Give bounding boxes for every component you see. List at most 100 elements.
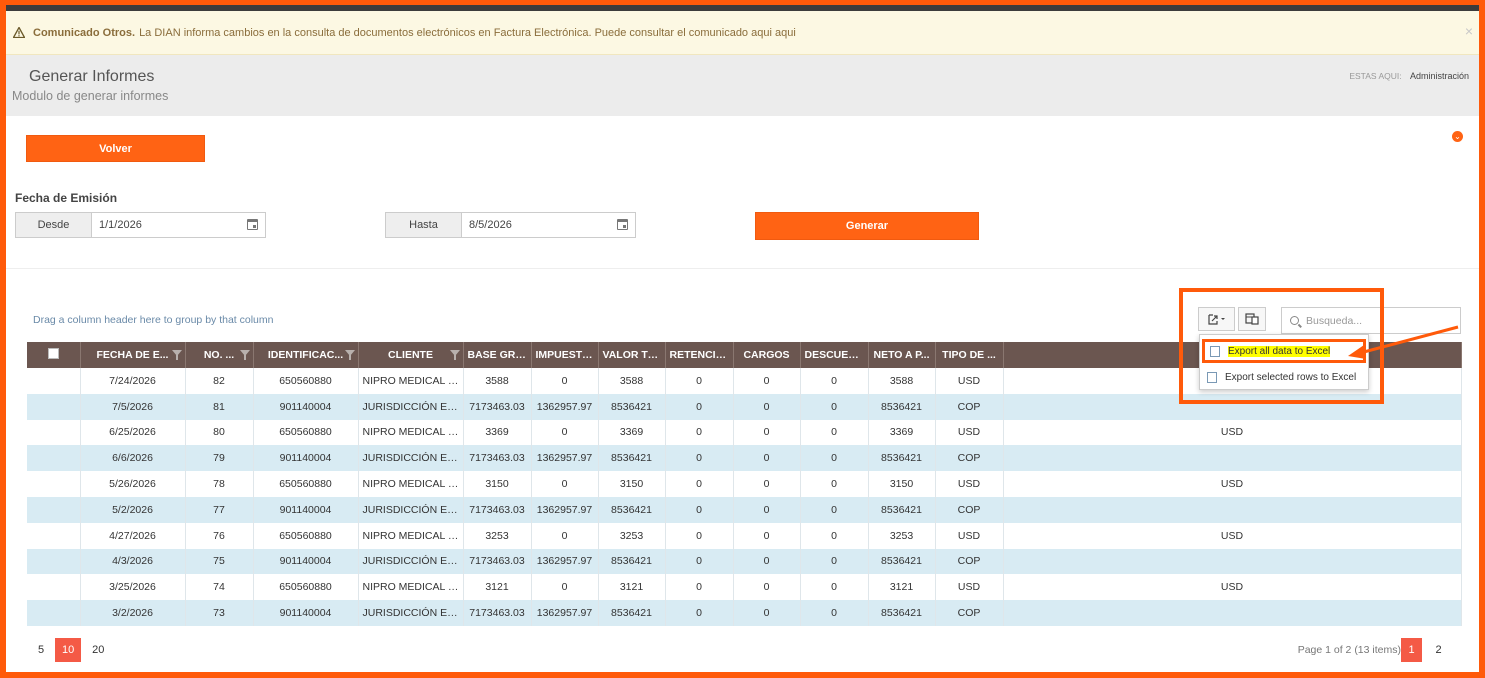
group-panel-hint[interactable]: Drag a column header here to group by th…: [33, 314, 273, 326]
table-cell: JURISDICCIÓN ES...: [358, 600, 464, 626]
generate-button[interactable]: Generar: [755, 212, 979, 240]
table-cell: 901140004: [253, 548, 359, 575]
table-cell: 0: [665, 445, 734, 472]
table-cell: 0: [800, 368, 869, 394]
column-header-neto[interactable]: NETO A P...: [868, 342, 936, 368]
table-cell: JURISDICCIÓN ES...: [358, 496, 464, 523]
table-cell: COP: [935, 600, 1004, 626]
table-cell: 3121: [463, 574, 532, 601]
filter-icon[interactable]: [344, 350, 355, 360]
page-1-button[interactable]: 1: [1401, 638, 1422, 662]
date-from-label: Desde: [16, 213, 92, 237]
row-select-cell[interactable]: [27, 393, 81, 420]
date-to-value: 8/5/2026: [469, 219, 512, 231]
export-selected-menu-item[interactable]: Export selected rows to Excel: [1202, 365, 1366, 389]
page-size-10[interactable]: 10: [55, 638, 82, 662]
table-cell: COP: [935, 496, 1004, 523]
table-row[interactable]: 3/25/2026 74 650560880 NIPRO MEDICAL C... 31…: [27, 574, 1462, 601]
column-header-descuentos[interactable]: DESCUEN...: [800, 342, 869, 368]
column-header-impuestos[interactable]: IMPUESTOS: [531, 342, 599, 368]
table-cell: 901140004: [253, 600, 359, 626]
excel-file-icon: [1210, 345, 1220, 357]
row-select-cell[interactable]: [27, 471, 81, 497]
column-header-valor-total[interactable]: VALOR TO...: [598, 342, 666, 368]
table-cell: 8536421: [868, 548, 936, 575]
row-select-cell[interactable]: [27, 574, 81, 601]
column-header-identificacion[interactable]: IDENTIFICAC...: [253, 342, 359, 368]
table-row[interactable]: 6/6/2026 79 901140004 JURISDICCIÓN ES... 717…: [27, 445, 1462, 472]
column-header-numero[interactable]: NO. ...: [185, 342, 254, 368]
chevron-down-icon[interactable]: ⌄: [1452, 131, 1463, 142]
table-cell: 0: [733, 368, 801, 394]
table-cell: 8536421: [598, 445, 666, 472]
row-select-cell[interactable]: [27, 445, 81, 472]
table-cell: NIPRO MEDICAL C...: [358, 522, 464, 549]
table-cell: 0: [665, 574, 734, 601]
table-cell: 3253: [463, 522, 532, 549]
table-cell: [1003, 600, 1462, 626]
column-header-fecha[interactable]: FECHA DE E...: [80, 342, 186, 368]
close-icon[interactable]: ×: [1465, 23, 1473, 39]
filter-icon[interactable]: [449, 350, 460, 360]
pager-info: Page 1 of 2 (13 items): [1297, 644, 1401, 656]
table-row[interactable]: 4/27/2026 76 650560880 NIPRO MEDICAL C... 32…: [27, 522, 1462, 549]
page-size-20[interactable]: 20: [87, 638, 109, 662]
table-cell: 0: [733, 574, 801, 601]
column-header-tipo[interactable]: TIPO DE ...: [935, 342, 1004, 368]
screen-frame: Comunicado Otros. La DIAN informa cambio…: [0, 0, 1485, 678]
column-header-retenciones[interactable]: RETENCIO...: [665, 342, 734, 368]
select-all-header[interactable]: [27, 342, 81, 368]
table-cell: 0: [800, 419, 869, 446]
date-from-input[interactable]: 1/1/2026: [92, 213, 265, 237]
page-size-5[interactable]: 5: [33, 638, 49, 662]
row-select-cell[interactable]: [27, 600, 81, 626]
date-from-field[interactable]: Desde 1/1/2026: [15, 212, 266, 238]
table-row[interactable]: 6/25/2026 80 650560880 NIPRO MEDICAL C... 33…: [27, 419, 1462, 446]
table-cell: 3150: [598, 471, 666, 497]
table-cell: 650560880: [253, 368, 359, 394]
table-cell: 6/25/2026: [80, 419, 186, 446]
table-cell: 3369: [598, 419, 666, 446]
column-header-cliente[interactable]: CLIENTE: [358, 342, 464, 368]
table-cell: 7173463.03: [463, 600, 532, 626]
table-cell: 3121: [598, 574, 666, 601]
table-cell: USD: [1003, 471, 1462, 497]
row-select-cell[interactable]: [27, 419, 81, 446]
table-cell: 0: [733, 393, 801, 420]
table-cell: 0: [531, 419, 599, 446]
calendar-icon[interactable]: [617, 219, 628, 230]
row-select-cell[interactable]: [27, 496, 81, 523]
table-cell: 3588: [463, 368, 532, 394]
row-select-cell[interactable]: [27, 548, 81, 575]
table-cell: NIPRO MEDICAL C...: [358, 574, 464, 601]
filter-icon[interactable]: [239, 350, 250, 360]
table-cell: USD: [935, 419, 1004, 446]
table-cell: 0: [800, 496, 869, 523]
column-header-cargos[interactable]: CARGOS: [733, 342, 801, 368]
table-cell: 0: [800, 600, 869, 626]
table-row[interactable]: 5/26/2026 78 650560880 NIPRO MEDICAL C... 31…: [27, 471, 1462, 497]
export-all-menu-item[interactable]: Export all data to Excel: [1202, 339, 1366, 363]
row-select-cell[interactable]: [27, 522, 81, 549]
table-row[interactable]: 3/2/2026 73 901140004 JURISDICCIÓN ES... 717…: [27, 600, 1462, 626]
table-cell: [1003, 445, 1462, 472]
date-to-field[interactable]: Hasta 8/5/2026: [385, 212, 636, 238]
table-row[interactable]: 5/2/2026 77 901140004 JURISDICCIÓN ES... 717…: [27, 496, 1462, 523]
row-select-cell[interactable]: [27, 368, 81, 394]
table-cell: 0: [531, 368, 599, 394]
back-button[interactable]: Volver: [26, 135, 205, 162]
select-all-checkbox[interactable]: [47, 348, 59, 359]
calendar-icon[interactable]: [247, 219, 258, 230]
date-to-input[interactable]: 8/5/2026: [462, 213, 635, 237]
table-cell: 0: [733, 471, 801, 497]
table-cell: 79: [185, 445, 254, 472]
table-cell: 80: [185, 419, 254, 446]
column-header-base-gravable[interactable]: BASE GRA...: [463, 342, 532, 368]
table-cell: 8536421: [868, 393, 936, 420]
page-2-button[interactable]: 2: [1428, 638, 1449, 662]
table-cell: 0: [665, 368, 734, 394]
table-row[interactable]: 4/3/2026 75 901140004 JURISDICCIÓN ES... 717…: [27, 548, 1462, 575]
breadcrumb-label: ESTAS AQUI:: [1349, 71, 1402, 81]
filter-icon[interactable]: [171, 350, 182, 360]
breadcrumb-current[interactable]: Administración: [1410, 71, 1469, 81]
